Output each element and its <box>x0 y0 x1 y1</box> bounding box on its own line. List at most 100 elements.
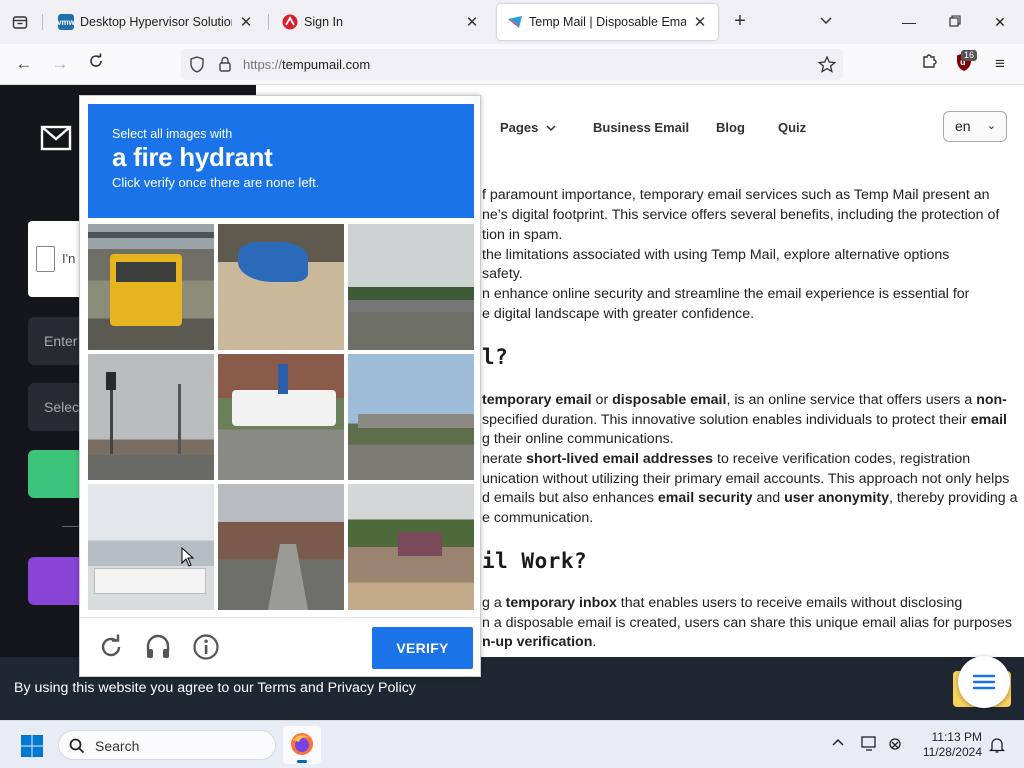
forward-button[interactable]: → <box>48 52 72 76</box>
hamburger-menu-icon: ≡ <box>995 54 1005 73</box>
verify-button[interactable]: VERIFY <box>372 627 473 669</box>
minimize-button[interactable]: — <box>897 10 921 34</box>
reload-icon <box>90 53 102 67</box>
captcha-tile-9[interactable] <box>348 484 474 610</box>
article-line: ne’s digital footprint. This service off… <box>482 207 1000 223</box>
article-line: f paramount importance, temporary email … <box>482 187 990 203</box>
system-clock[interactable]: 11:13 PM 11/28/2024 <box>912 730 982 760</box>
menu-button[interactable]: ≡ <box>988 52 1012 76</box>
article-line: specified duration. This innovative solu… <box>482 412 1007 428</box>
captcha-tile-1[interactable] <box>88 224 214 350</box>
back-button[interactable]: ← <box>12 52 36 76</box>
taskbar-firefox-button[interactable] <box>283 726 321 764</box>
article-line: g a temporary inbox that enables users t… <box>482 595 963 611</box>
captcha-header: Select all images with a fire hydrant Cl… <box>88 104 474 218</box>
chevron-down-icon <box>546 125 556 132</box>
minimize-icon: — <box>902 14 916 30</box>
notification-bell-icon[interactable] <box>989 736 1005 754</box>
white-bus <box>232 390 336 426</box>
captcha-tile-4[interactable] <box>88 354 214 480</box>
windows-taskbar: Search 11:13 PM 11/28/2024 <box>0 720 1024 768</box>
extension-badge: 16 <box>961 50 978 61</box>
close-icon: ✕ <box>994 14 1006 30</box>
section-heading: l? <box>482 345 509 369</box>
nav-business-email-link[interactable]: Business Email <box>593 120 689 135</box>
faded-buses <box>94 568 206 594</box>
close-tab-icon[interactable]: ✕ <box>692 13 708 31</box>
windows-start-icon[interactable] <box>20 734 44 758</box>
tab-list-button[interactable] <box>0 0 40 44</box>
article-line: g their online communications. <box>482 431 674 447</box>
captcha-tile-2[interactable] <box>218 224 344 350</box>
extensions-button[interactable] <box>917 52 941 76</box>
hamburger-menu-icon <box>972 674 996 690</box>
blue-tarp <box>238 242 308 282</box>
tab-vmware[interactable]: vmw Desktop Hypervisor Solutions | ✕ <box>48 4 264 40</box>
refresh-icon[interactable] <box>97 633 125 661</box>
article-line: n-up verification. <box>482 634 597 650</box>
active-indicator <box>297 760 307 763</box>
taskbar-search[interactable]: Search <box>58 730 276 760</box>
pole <box>178 384 181 454</box>
chevron-down-icon <box>820 17 832 25</box>
shop <box>398 532 442 556</box>
nav-blog-link[interactable]: Blog <box>716 120 745 135</box>
tab-temp-mail[interactable]: Temp Mail | Disposable Email A ✕ <box>497 4 718 40</box>
captcha-target: a fire hydrant <box>112 142 273 172</box>
forward-arrow-icon: → <box>51 54 69 73</box>
plus-icon: + <box>734 10 746 32</box>
bridge-beam <box>88 232 214 238</box>
article-line: n a disposable email is created, users c… <box>482 615 1012 631</box>
captcha-challenge: Select all images with a fire hydrant Cl… <box>79 95 481 677</box>
tab-title: Desktop Hypervisor Solutions | <box>80 15 232 29</box>
info-icon[interactable] <box>192 633 220 661</box>
article-line: unication without utilizing their primar… <box>482 471 1010 487</box>
sign <box>278 364 288 394</box>
maximize-button[interactable] <box>943 10 967 34</box>
new-tab-button[interactable]: + <box>729 10 751 34</box>
shield-icon[interactable] <box>189 56 205 73</box>
captcha-tile-3[interactable] <box>348 224 474 350</box>
floating-menu-button[interactable] <box>958 656 1010 708</box>
language-select[interactable]: en ⌄ <box>943 111 1007 142</box>
nav-quiz-link[interactable]: Quiz <box>778 120 806 135</box>
nav-pages-link[interactable]: Pages <box>500 120 556 135</box>
chevron-up-icon[interactable] <box>832 737 844 747</box>
bookmark-star-icon[interactable] <box>818 56 836 73</box>
close-window-button[interactable]: ✕ <box>988 10 1012 34</box>
lock-icon[interactable] <box>218 56 232 72</box>
address-bar[interactable]: https://tempumail.com <box>181 49 843 80</box>
article-line: safety. <box>482 266 523 282</box>
article-line: e digital landscape with greater confide… <box>482 306 755 322</box>
article-line: the limitations associated with using Te… <box>482 247 950 263</box>
overpass <box>358 414 474 428</box>
tab-sign-in[interactable]: Sign In ✕ <box>272 4 490 40</box>
tab-separator <box>42 14 43 30</box>
captcha-tile-7[interactable] <box>88 484 214 610</box>
captcha-subtext: Click verify once there are none left. <box>112 175 320 190</box>
reload-button[interactable] <box>84 52 108 76</box>
temp-mail-favicon-icon <box>507 14 523 30</box>
captcha-tile-8[interactable] <box>218 484 344 610</box>
network-icon[interactable] <box>886 736 904 752</box>
vmware-favicon-icon: vmw <box>57 14 75 30</box>
human-checkbox[interactable] <box>36 246 55 272</box>
ublock-extension-button[interactable]: u 16 <box>952 50 978 76</box>
list-all-tabs-button[interactable] <box>814 10 838 34</box>
close-tab-icon[interactable]: ✕ <box>464 13 480 31</box>
article-line: n enhance online security and streamline… <box>482 286 970 302</box>
navigation-toolbar: ← → https://tempumail.com u 16 ≡ <box>0 44 1024 85</box>
bus-window <box>116 262 176 282</box>
audio-challenge-icon[interactable] <box>144 633 172 661</box>
captcha-tile-6[interactable] <box>348 354 474 480</box>
search-label: Search <box>95 738 140 754</box>
close-tab-icon[interactable]: ✕ <box>238 13 254 31</box>
mouse-cursor-icon <box>181 547 195 567</box>
captcha-tile-5[interactable] <box>218 354 344 480</box>
url-text: https://tempumail.com <box>243 57 371 72</box>
cookie-text: By using this website you agree to our T… <box>14 680 416 696</box>
display-icon[interactable] <box>861 736 879 752</box>
article-line: tion in spam. <box>482 227 563 243</box>
checkbox-label: I'n <box>62 251 76 266</box>
mail-icon <box>40 125 72 151</box>
